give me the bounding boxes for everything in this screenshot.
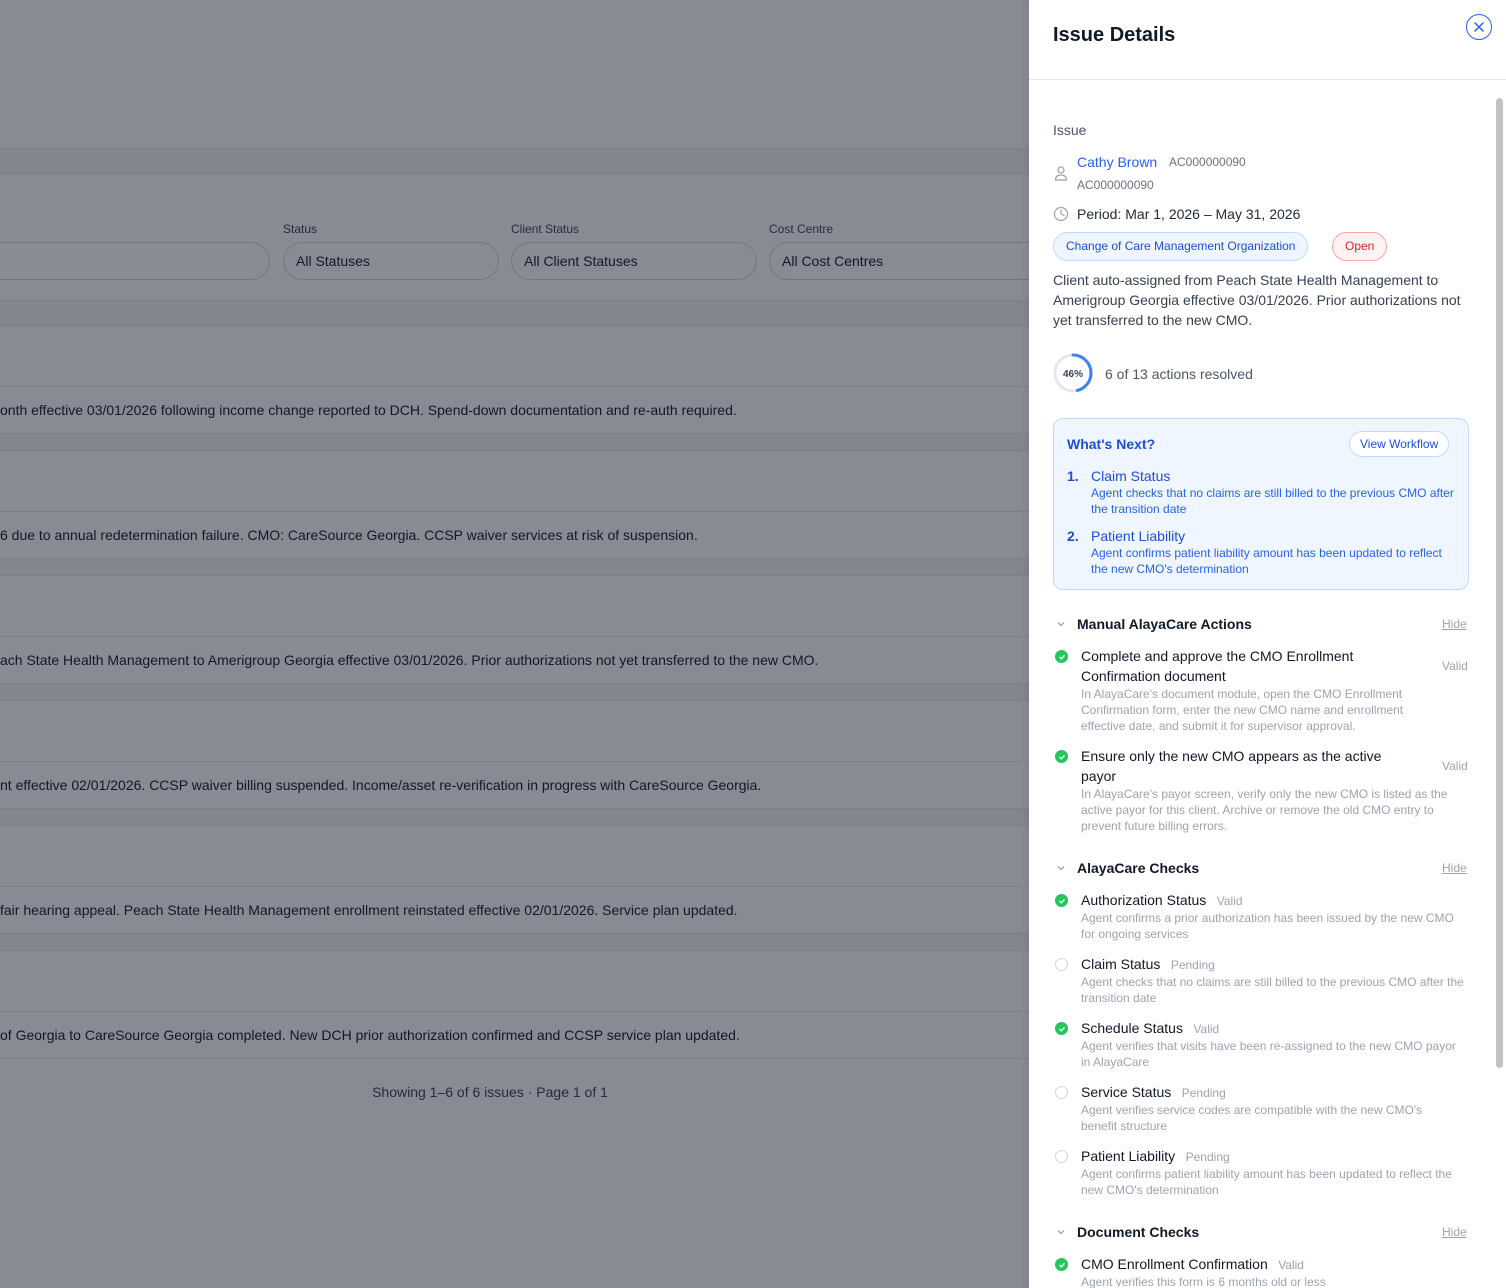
check-item-title: Schedule Status [1081,1020,1183,1036]
step-number: 2. [1067,528,1079,544]
check-item-header: Service Status Pending [1081,1082,1226,1102]
check-item-title: CMO Enrollment Confirmation [1081,1256,1268,1272]
issue-type-badge: Change of Care Management Organization [1053,232,1309,261]
scrollbar[interactable] [1496,98,1503,1068]
hide-document-checks-link[interactable]: Hide [1442,1225,1467,1239]
check-item-title: Patient Liability [1081,1148,1176,1164]
action-item-title: Ensure only the new CMO appears as the a… [1081,748,1382,784]
check-item-desc: Agent verifies that visits have been re-… [1081,1039,1456,1069]
section-label-issue: Issue [1053,122,1087,138]
check-item-title: Authorization Status [1081,892,1207,908]
issue-summary: Client auto-assigned from Peach State He… [1053,272,1461,328]
progress-percent: 46% [1063,369,1083,380]
person-icon [1054,166,1068,181]
client-id: AC000000090 [1169,155,1246,169]
clock-icon [1053,206,1069,222]
hide-alayacare-checks-link[interactable]: Hide [1442,861,1467,875]
check-item-header: Patient Liability Pending [1081,1146,1230,1166]
check-item-header: CMO Enrollment Confirmation Valid [1081,1254,1304,1274]
check-item-header: Authorization Status Valid [1081,890,1243,910]
group-title-alayacare-checks[interactable]: AlayaCare Checks [1077,860,1199,876]
chevron-down-icon[interactable] [1055,862,1067,874]
check-item-desc: Agent checks that no claims are still bi… [1081,975,1464,1005]
check-item-status: Valid [1278,1258,1304,1272]
check-valid-icon [1055,650,1068,663]
whats-next-card: What's Next? View Workflow 1. Claim Stat… [1053,418,1469,590]
action-item-desc: In AlayaCare's payor screen, verify only… [1081,787,1448,833]
drawer-title: Issue Details [1053,24,1176,46]
check-valid-icon [1055,1022,1068,1035]
chevron-down-icon[interactable] [1055,1226,1067,1238]
group-title-manual-actions[interactable]: Manual AlayaCare Actions [1077,616,1252,632]
client-id-secondary: AC000000090 [1077,178,1154,192]
group-title-document-checks[interactable]: Document Checks [1077,1224,1199,1240]
pending-clock-icon [1055,958,1068,971]
next-step-title[interactable]: Patient Liability [1091,528,1185,544]
action-item-desc: In AlayaCare's document module, open the… [1081,687,1404,733]
check-item-status: Pending [1170,958,1215,972]
pending-clock-icon [1055,1150,1068,1163]
check-item-header: Claim Status Pending [1081,954,1215,974]
view-workflow-button[interactable]: View Workflow [1349,431,1450,457]
whats-next-title: What's Next? [1067,436,1156,452]
check-item-desc: Agent confirms a prior authorization has… [1081,911,1454,941]
check-item-status: Pending [1181,1086,1226,1100]
progress-text: 6 of 13 actions resolved [1105,366,1253,382]
next-step-desc: Agent confirms patient liability amount … [1091,546,1442,576]
pending-clock-icon [1055,1086,1068,1099]
check-item-desc: Agent verifies service codes are compati… [1081,1103,1423,1133]
next-step-title[interactable]: Claim Status [1091,468,1170,484]
next-step-desc: Agent checks that no claims are still bi… [1091,486,1454,516]
status-badge: Open [1332,232,1388,261]
action-item-title: Complete and approve the CMO Enrollment … [1081,648,1354,684]
chevron-down-icon[interactable] [1055,618,1067,630]
step-number: 1. [1067,468,1079,484]
progress-ring: 46% [1053,353,1093,393]
check-item-status: Valid [1193,1022,1220,1036]
hide-manual-actions-link[interactable]: Hide [1442,617,1467,631]
check-item-desc: Agent confirms patient liability amount … [1081,1167,1452,1197]
action-item-status: Valid [1442,759,1468,773]
period-text: Period: Mar 1, 2026 – May 31, 2026 [1077,206,1301,222]
check-item-header: Schedule Status Valid [1081,1018,1219,1038]
close-icon [1474,22,1484,32]
check-item-desc: Agent verifies this form is 6 months old… [1081,1275,1326,1288]
close-button[interactable] [1466,14,1492,40]
check-item-title: Service Status [1081,1084,1172,1100]
check-item-title: Claim Status [1081,956,1161,972]
issue-details-drawer: Issue Details Issue Cathy Brown AC000000… [1029,0,1506,1288]
check-valid-icon [1055,1258,1068,1271]
check-valid-icon [1055,750,1068,763]
client-name-link[interactable]: Cathy Brown [1077,154,1157,170]
action-item-status: Valid [1442,659,1468,673]
check-item-status: Pending [1185,1150,1230,1164]
check-item-status: Valid [1216,894,1243,908]
check-valid-icon [1055,894,1068,907]
drawer-header: Issue Details [1029,0,1506,80]
